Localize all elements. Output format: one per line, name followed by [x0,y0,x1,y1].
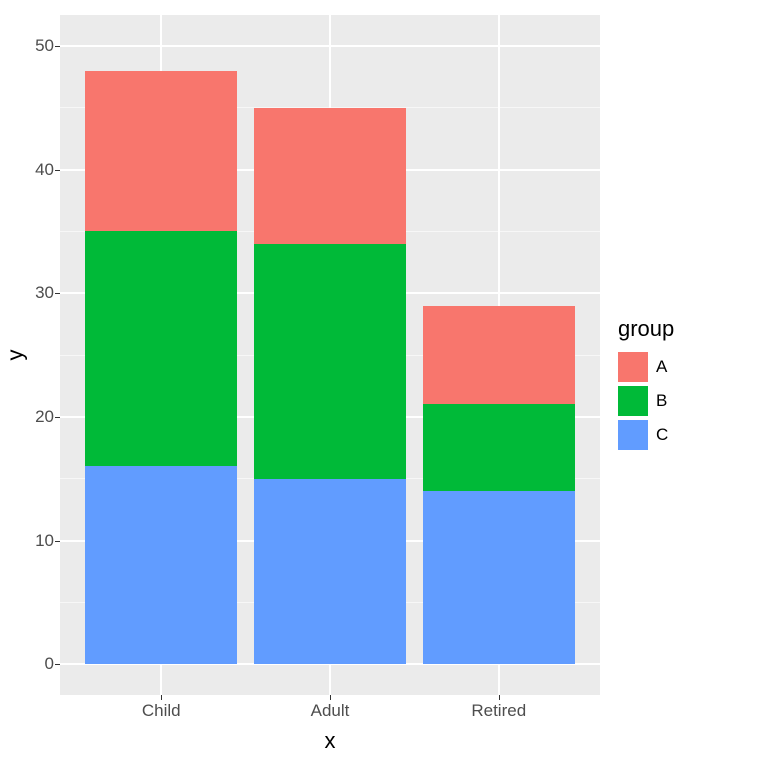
bar-child-b [85,231,237,466]
x-tick-label: Adult [311,701,350,721]
y-axis-title-text: y [2,350,28,361]
legend-key-a [618,352,648,382]
y-tick-label: 50 [35,36,54,56]
bar-adult-b [254,244,406,479]
y-tick-label: 20 [35,407,54,427]
x-tick-label: Child [142,701,181,721]
tickmark-x [330,695,331,700]
tickmark-y [55,293,60,294]
legend-title: group [618,316,674,342]
bar-adult-c [254,479,406,664]
y-tick-label: 30 [35,283,54,303]
legend-item-c: C [618,420,674,450]
x-tick-label: Retired [471,701,526,721]
tickmark-x [499,695,500,700]
bar-adult-a [254,108,406,244]
tickmark-y [55,417,60,418]
bar-retired-b [423,404,575,491]
y-tick-label: 40 [35,160,54,180]
legend-item-a: A [618,352,674,382]
legend-key-c [618,420,648,450]
bar-child [85,71,237,664]
tickmark-y [55,46,60,47]
bar-retired-c [423,491,575,664]
legend-label-c: C [656,425,668,445]
bar-retired [423,306,575,665]
chart-container: 0 10 20 30 40 50 Child Adult Retired x y… [0,0,768,768]
y-axis-title: y [4,15,26,695]
tickmark-y [55,664,60,665]
legend: group A B C [618,0,674,768]
bar-adult [254,108,406,664]
bar-retired-a [423,306,575,405]
x-axis-title: x [60,728,600,754]
tickmark-y [55,541,60,542]
bar-child-a [85,71,237,232]
bar-child-c [85,466,237,664]
legend-key-b [618,386,648,416]
y-tick-label: 0 [45,654,54,674]
y-tick-label: 10 [35,531,54,551]
legend-label-b: B [656,391,667,411]
tickmark-y [55,170,60,171]
legend-item-b: B [618,386,674,416]
tickmark-x [161,695,162,700]
legend-label-a: A [656,357,667,377]
plot-panel [60,15,600,695]
